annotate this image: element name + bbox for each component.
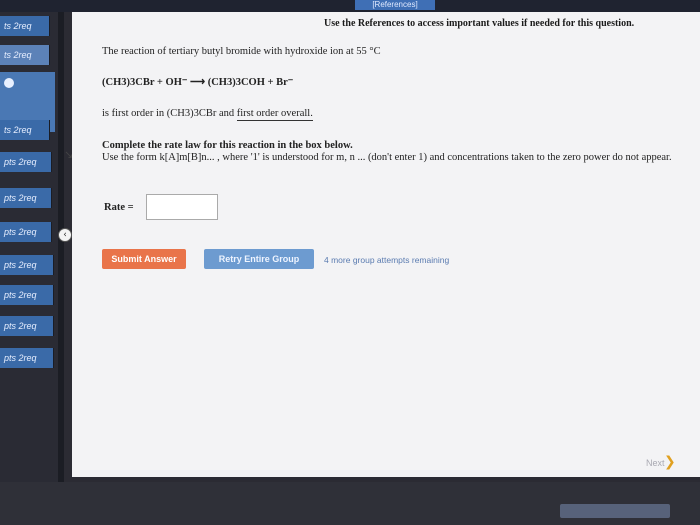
attempts-remaining: 4 more group attempts remaining	[324, 255, 450, 265]
sidebar-item-4[interactable]: pts 2req	[0, 152, 52, 172]
instruction-heading: Complete the rate law for this reaction …	[102, 140, 353, 151]
sidebar-item-2[interactable]: ts 2req	[0, 45, 50, 65]
chevron-right-icon[interactable]: ❯	[664, 454, 676, 470]
references-note: Use the References to access important v…	[324, 18, 635, 29]
sidebar-item-7[interactable]: pts 2req	[0, 255, 54, 275]
instruction-body: Use the form k[A]m[B]n... , where '1' is…	[102, 152, 672, 163]
sidebar-item-3[interactable]: ts 2req	[0, 120, 50, 140]
reaction-description: The reaction of tertiary butyl bromide w…	[102, 46, 381, 57]
sidebar: ts 2req ts 2req ts 2req pts 2req pts 2re…	[0, 12, 58, 482]
order-suffix: first order overall.	[236, 108, 313, 121]
bottom-bar	[0, 482, 700, 525]
chevron-left-icon[interactable]: ‹	[58, 228, 72, 242]
sidebar-item-10[interactable]: pts 2req	[0, 348, 54, 368]
rate-label: Rate =	[104, 202, 134, 213]
rate-law-input[interactable]	[146, 194, 218, 220]
references-tab[interactable]: [References]	[355, 0, 435, 10]
status-dot-icon	[4, 78, 14, 88]
sidebar-divider	[58, 12, 64, 482]
sidebar-item-6[interactable]: pts 2req	[0, 222, 52, 242]
bottom-action-button[interactable]	[560, 504, 670, 518]
sidebar-item-5[interactable]: pts 2req	[0, 188, 52, 208]
order-statement: is first order in (CH3)3CBr and first or…	[102, 108, 313, 121]
top-bar: [References]	[0, 0, 700, 12]
sidebar-item-8[interactable]: pts 2req	[0, 285, 54, 305]
sidebar-item-9[interactable]: pts 2req	[0, 316, 54, 336]
retry-entire-group-button[interactable]: Retry Entire Group	[204, 249, 314, 269]
sidebar-item-1[interactable]: ts 2req	[0, 16, 50, 36]
next-label[interactable]: Next	[646, 458, 665, 468]
question-panel: Use the References to access important v…	[72, 12, 700, 477]
order-prefix: is first order in (CH3)3CBr and	[102, 108, 237, 119]
reaction-equation: (CH3)3CBr + OH⁻ ⟶ (CH3)3COH + Br⁻	[102, 77, 294, 88]
submit-answer-button[interactable]: Submit Answer	[102, 249, 186, 269]
